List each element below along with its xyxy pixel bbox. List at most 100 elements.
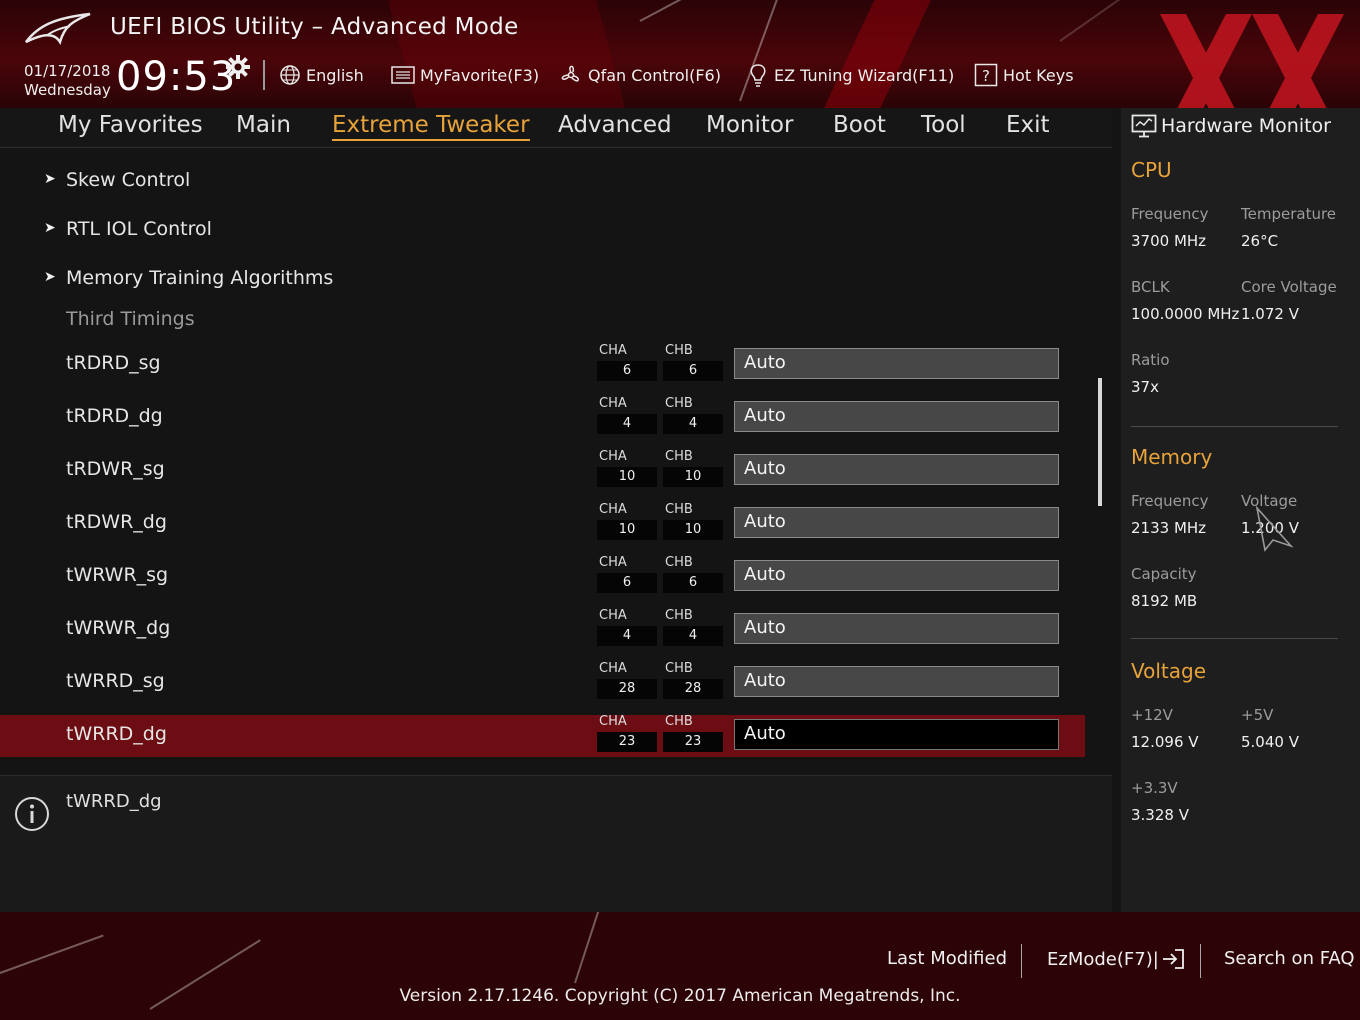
v33-value: 3.328 V: [1131, 806, 1189, 824]
core-voltage-label: Core Voltage: [1241, 278, 1337, 296]
timing-row-twrwr-sg[interactable]: tWRWR_sg CHA 6 CHB 6 Auto: [0, 555, 1085, 598]
main-tab-bar: My Favorites Main Extreme Tweaker Advanc…: [0, 108, 1112, 148]
ezmode-button[interactable]: EzMode(F7)|: [1047, 948, 1185, 970]
cha-value: 6: [597, 361, 657, 381]
capacity-label: Capacity: [1131, 565, 1197, 583]
cpu-heading: CPU: [1131, 158, 1172, 182]
favorite-list-icon: [391, 66, 415, 84]
chb-readout: CHB 10: [663, 502, 723, 540]
tab-extreme-tweaker[interactable]: Extreme Tweaker: [332, 112, 530, 141]
hardware-monitor-title: Hardware Monitor: [1131, 114, 1331, 138]
chb-caption: CHB: [665, 449, 693, 464]
cha-caption: CHA: [599, 608, 627, 623]
chb-value: 6: [663, 573, 723, 593]
timing-row-trdrd-dg[interactable]: tRDRD_dg CHA 4 CHB 4 Auto: [0, 396, 1085, 439]
timing-row-twrrd-sg[interactable]: tWRRD_sg CHA 28 CHB 28 Auto: [0, 661, 1085, 704]
cpu-temperature-value: 26°C: [1241, 232, 1279, 250]
submenu-label: RTL IOL Control: [66, 218, 212, 240]
cha-caption: CHA: [599, 396, 627, 411]
myfavorite-button[interactable]: MyFavorite(F3): [391, 62, 539, 88]
tab-main[interactable]: Main: [236, 112, 291, 138]
qfan-control-label: Qfan Control(F6): [588, 65, 721, 85]
timing-value-field[interactable]: Auto: [734, 719, 1059, 750]
cha-readout: CHA 28: [597, 661, 657, 699]
cha-value: 10: [597, 520, 657, 540]
cha-caption: CHA: [599, 555, 627, 570]
tab-advanced[interactable]: Advanced: [558, 112, 672, 138]
last-modified-button[interactable]: Last Modified: [887, 948, 1007, 969]
submenu-skew-control[interactable]: ➤ Skew Control: [0, 161, 1085, 203]
v33-label: +3.3V: [1131, 779, 1178, 797]
timing-value-field[interactable]: Auto: [734, 613, 1059, 644]
chb-caption: CHB: [665, 661, 693, 676]
timing-row-trdwr-dg[interactable]: tRDWR_dg CHA 10 CHB 10 Auto: [0, 502, 1085, 545]
settings-list: ➤ Skew Control ➤ RTL IOL Control ➤ Memor…: [0, 149, 1112, 767]
search-faq-button[interactable]: Search on FAQ: [1224, 948, 1355, 969]
tab-boot[interactable]: Boot: [833, 112, 886, 138]
hardware-monitor-panel: Hardware Monitor CPU Frequency Temperatu…: [1121, 108, 1360, 912]
submenu-label: Memory Training Algorithms: [66, 267, 334, 289]
cha-readout: CHA 6: [597, 555, 657, 593]
fan-icon: [561, 65, 579, 82]
qfan-control-button[interactable]: Qfan Control(F6): [559, 62, 721, 88]
v12-label: +12V: [1131, 706, 1173, 724]
timing-value-field[interactable]: Auto: [734, 666, 1059, 697]
chevron-right-icon: ➤: [44, 220, 56, 236]
list-scrollbar[interactable]: [1098, 378, 1102, 506]
ez-tuning-wizard-button[interactable]: EZ Tuning Wizard(F11): [747, 62, 954, 88]
chb-value: 10: [663, 520, 723, 540]
cha-caption: CHA: [599, 714, 627, 729]
chb-readout: CHB 28: [663, 661, 723, 699]
help-info-panel: tWRRD_dg: [0, 775, 1112, 912]
rog-logo-icon: [25, 12, 91, 46]
timing-label: tRDWR_sg: [66, 458, 165, 480]
bclk-label: BCLK: [1131, 278, 1170, 296]
app-title: UEFI BIOS Utility – Advanced Mode: [110, 14, 519, 40]
tab-monitor[interactable]: Monitor: [706, 112, 793, 138]
memory-frequency-value: 2133 MHz: [1131, 519, 1207, 537]
voltage-heading: Voltage: [1131, 659, 1207, 683]
timing-value-field[interactable]: Auto: [734, 454, 1059, 485]
gear-icon[interactable]: [226, 55, 250, 79]
tab-exit[interactable]: Exit: [1006, 112, 1050, 138]
timing-value-field[interactable]: Auto: [734, 507, 1059, 538]
chb-caption: CHB: [665, 714, 693, 729]
submenu-rtl-iol-control[interactable]: ➤ RTL IOL Control: [0, 210, 1085, 252]
chb-readout: CHB 6: [663, 555, 723, 593]
help-text: tWRRD_dg: [66, 791, 162, 812]
mouse-pointer-icon: [1255, 506, 1294, 552]
hot-keys-button[interactable]: ? Hot Keys: [974, 62, 1074, 88]
ezmode-label: EzMode(F7)|: [1047, 948, 1159, 970]
tab-tool[interactable]: Tool: [921, 112, 966, 138]
cha-caption: CHA: [599, 343, 627, 358]
chb-value: 4: [663, 626, 723, 646]
timing-row-twrrd-dg[interactable]: tWRRD_dg CHA 23 CHB 23 Auto: [0, 714, 1085, 757]
chb-readout: CHB 10: [663, 449, 723, 487]
decor-streak: [639, 0, 809, 22]
cha-value: 23: [597, 732, 657, 752]
chb-caption: CHB: [665, 608, 693, 623]
timing-row-twrwr-dg[interactable]: tWRWR_dg CHA 4 CHB 4 Auto: [0, 608, 1085, 651]
cha-value: 10: [597, 467, 657, 487]
submenu-memory-training-algorithms[interactable]: ➤ Memory Training Algorithms: [0, 259, 1085, 301]
timing-row-trdwr-sg[interactable]: tRDWR_sg CHA 10 CHB 10 Auto: [0, 449, 1085, 492]
cha-value: 4: [597, 626, 657, 646]
timing-value-field[interactable]: Auto: [734, 401, 1059, 432]
chb-value: 28: [663, 679, 723, 699]
language-button[interactable]: English: [279, 62, 364, 88]
timing-value-field[interactable]: Auto: [734, 560, 1059, 591]
section-divider: [1131, 426, 1338, 427]
timing-value-field[interactable]: Auto: [734, 348, 1059, 379]
myfavorite-label: MyFavorite(F3): [420, 65, 540, 85]
section-label: Third Timings: [66, 308, 195, 330]
section-divider: [1131, 638, 1338, 639]
timing-row-trdrd-sg[interactable]: tRDRD_sg CHA 6 CHB 6 Auto: [0, 343, 1085, 386]
chb-readout: CHB 6: [663, 343, 723, 381]
timing-label: tRDRD_sg: [66, 352, 161, 374]
timing-label: tWRRD_dg: [66, 723, 167, 745]
tab-my-favorites[interactable]: My Favorites: [58, 112, 203, 138]
footer-divider: [1200, 944, 1201, 978]
chb-caption: CHB: [665, 555, 693, 570]
decor-streak: [574, 912, 601, 984]
timing-label: tRDRD_dg: [66, 405, 163, 427]
